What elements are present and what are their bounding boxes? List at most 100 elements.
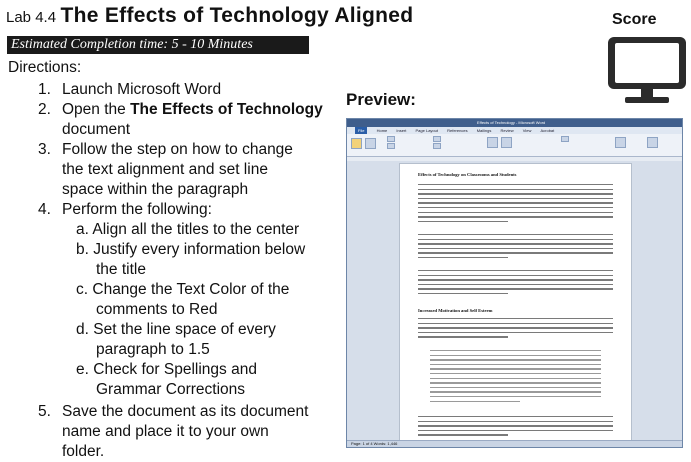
substep-letter: c. <box>76 281 89 298</box>
ribbon-tab: Mailings <box>476 128 492 133</box>
monitor-icon <box>608 37 686 103</box>
outline-icon <box>387 143 395 149</box>
word-document-page: Effects of Technology on Classrooms and … <box>399 163 632 443</box>
doc-text-line <box>418 327 613 329</box>
step-text: space within the paragraph <box>62 181 249 198</box>
substep-letter: d. <box>76 321 89 338</box>
doc-text-line <box>418 420 613 422</box>
doc-text-line <box>430 386 601 389</box>
doc-heading-2: Increased Motivation and Self Esteem <box>418 308 493 313</box>
word-ribbon <box>347 134 682 157</box>
doc-text-line <box>418 279 613 281</box>
ruler-icon <box>433 136 441 142</box>
doc-text-line <box>418 283 613 286</box>
macros-icon <box>647 137 658 148</box>
substep-letter: b. <box>76 241 89 258</box>
doc-text-line <box>418 336 508 338</box>
doc-text-line <box>418 270 613 272</box>
step-text-cont: document <box>62 121 131 138</box>
ribbon-tab: File <box>355 127 368 134</box>
doc-text-line <box>418 322 613 324</box>
gridlines-icon <box>433 143 441 149</box>
doc-text-line <box>418 193 613 195</box>
doc-text-line <box>418 252 613 254</box>
doc-text-line <box>430 363 601 366</box>
new-window-icon <box>561 136 569 142</box>
step-number: 5. <box>38 403 51 420</box>
doc-text-line <box>418 434 508 436</box>
substep-text: Set the line space of every <box>93 321 276 338</box>
substep-d: d. Set the line space of every <box>76 320 276 340</box>
full-screen-icon <box>365 138 376 149</box>
substep-e: e. Check for Spellings and <box>76 360 257 380</box>
zoom-icon <box>487 137 498 148</box>
doc-text-line <box>418 425 613 427</box>
ribbon-tab: Insert <box>396 128 407 133</box>
substep-letter: e. <box>76 361 89 378</box>
doc-text-line <box>430 382 601 384</box>
web-layout-icon <box>387 136 395 142</box>
directions-label: Directions: <box>8 59 82 76</box>
substep-text: Check for Spellings and <box>93 361 257 378</box>
substep-b: b. Justify every information below <box>76 240 305 260</box>
doc-text-line <box>430 368 601 370</box>
doc-text-line <box>418 234 613 236</box>
doc-text-line <box>430 400 520 402</box>
doc-text-line <box>418 188 613 190</box>
word-status-bar: Page: 1 of 4 Words: 1,446 <box>347 440 682 447</box>
doc-text-line <box>418 416 613 418</box>
step-text-prefix: Open the <box>62 101 131 118</box>
word-window-title: Effects of Technology - Microsoft Word <box>477 120 546 125</box>
document-name: The Effects of Technology <box>130 101 323 118</box>
doc-text-line <box>430 350 601 352</box>
substep-text: Change the Text Color of the <box>92 281 290 298</box>
substep-d-cont: paragraph to 1.5 <box>96 341 210 358</box>
preview-label: Preview: <box>346 90 416 109</box>
substep-letter: a. <box>76 221 89 238</box>
substep-c: c. Change the Text Color of the <box>76 280 289 300</box>
doc-text-line <box>418 207 613 209</box>
ribbon-tab: Home <box>376 128 388 133</box>
step-text: Follow the step on how to change <box>62 141 293 158</box>
doc-text-line <box>430 377 601 379</box>
doc-text-line <box>418 238 613 240</box>
ribbon-tab: Acrobat <box>540 128 555 133</box>
doc-text-line <box>418 216 613 218</box>
ribbon-tab: View <box>522 128 532 133</box>
doc-text-line <box>418 429 613 432</box>
step-text: Open the The Effects of Technology <box>62 100 323 120</box>
doc-text-line <box>418 202 613 204</box>
word-title-bar: Effects of Technology - Microsoft Word <box>347 119 682 127</box>
lab-number: Lab 4.4 <box>6 9 57 26</box>
step-number: 3. <box>38 141 51 158</box>
step-text: folder. <box>62 443 105 460</box>
ribbon-tab: Review <box>500 128 514 133</box>
doc-text-line <box>418 220 508 223</box>
word-ribbon-tabs: File Home Insert Page Layout References … <box>347 127 682 134</box>
doc-heading-1: Effects of Technology on Classrooms and … <box>418 172 517 177</box>
substep-b-cont: the title <box>96 261 146 278</box>
doc-text-line <box>418 184 613 186</box>
doc-text-line <box>430 396 601 398</box>
word-preview-screenshot: Effects of Technology - Microsoft Word F… <box>346 118 683 448</box>
substep-text: Align all the titles to the center <box>92 221 300 238</box>
substep-e-cont: Grammar Corrections <box>96 381 245 398</box>
doc-text-line <box>418 247 613 250</box>
step-number: 1. <box>38 81 51 98</box>
switch-windows-icon <box>615 137 626 148</box>
ribbon-tab: Page Layout <box>415 128 438 133</box>
word-ruler <box>347 157 682 161</box>
step-text: name and place it to your own <box>62 423 269 440</box>
doc-text-line <box>418 274 613 276</box>
doc-text-line <box>418 331 613 334</box>
lab-title: The Effects of Technology Aligned <box>60 4 414 27</box>
print-layout-icon <box>351 138 362 149</box>
doc-text-line <box>418 211 613 213</box>
substep-text: Justify every information below <box>93 241 306 258</box>
doc-text-line <box>418 288 613 290</box>
zoom-100-icon <box>501 137 512 148</box>
estimated-time-banner: Estimated Completion time: 5 - 10 Minute… <box>7 36 309 54</box>
step-text: Launch Microsoft Word <box>62 81 222 98</box>
lab-header: Lab 4.4 The Effects of Technology Aligne… <box>6 4 413 28</box>
doc-text-line <box>418 293 508 295</box>
